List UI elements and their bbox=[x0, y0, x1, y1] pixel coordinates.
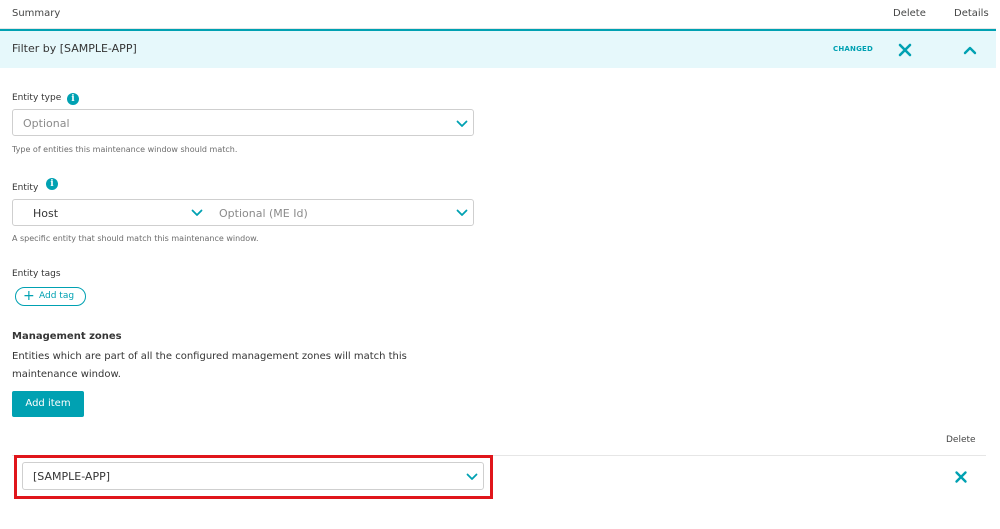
chevron-down-icon bbox=[456, 120, 468, 127]
entity-hint: A specific entity that should match this… bbox=[12, 234, 259, 243]
entity-type-label: Entity type bbox=[12, 93, 62, 103]
zones-delete-column-header: Delete bbox=[946, 435, 976, 445]
entity-info-icon[interactable]: i bbox=[46, 178, 58, 190]
entity-id-dropdown[interactable]: Optional (ME Id) bbox=[213, 200, 473, 225]
page: Summary Delete Details Filter by [SAMPLE… bbox=[0, 0, 1000, 529]
delete-row-icon[interactable] bbox=[896, 41, 914, 59]
management-zone-select[interactable]: [SAMPLE-APP] bbox=[22, 462, 484, 490]
entity-type-info-icon[interactable]: i bbox=[67, 93, 79, 105]
table-header: Summary Delete Details bbox=[0, 0, 996, 29]
filter-row-title: Filter by [SAMPLE-APP] bbox=[12, 42, 137, 55]
details-column-header: Details bbox=[954, 8, 989, 19]
entity-type-dropdown-value: Host bbox=[33, 207, 59, 220]
collapse-chevron-up-icon[interactable] bbox=[961, 42, 979, 58]
filter-row[interactable]: Filter by [SAMPLE-APP] CHANGED bbox=[0, 29, 996, 68]
entity-combo: Host Optional (ME Id) bbox=[12, 199, 474, 226]
chevron-down-icon bbox=[466, 473, 478, 480]
chevron-down-icon bbox=[191, 209, 203, 216]
management-zones-title: Management zones bbox=[12, 331, 122, 342]
delete-column-header: Delete bbox=[893, 8, 926, 19]
add-tag-button[interactable]: + Add tag bbox=[15, 287, 86, 306]
management-zone-value: [SAMPLE-APP] bbox=[33, 470, 111, 483]
chevron-down-icon bbox=[456, 209, 468, 216]
entity-type-dropdown[interactable]: Host bbox=[13, 200, 213, 225]
summary-column-header: Summary bbox=[12, 8, 61, 19]
add-item-button[interactable]: Add item bbox=[12, 391, 84, 417]
entity-label: Entity bbox=[12, 183, 39, 193]
add-tag-label: Add tag bbox=[39, 291, 75, 301]
delete-zone-icon[interactable] bbox=[953, 469, 969, 485]
management-zones-description: Entities which are part of all the confi… bbox=[12, 351, 407, 380]
plus-icon: + bbox=[23, 288, 35, 304]
entity-type-select[interactable]: Optional bbox=[12, 109, 474, 136]
changed-badge: CHANGED bbox=[833, 45, 874, 53]
entity-type-value: Optional bbox=[23, 117, 70, 130]
entity-id-placeholder: Optional (ME Id) bbox=[219, 207, 308, 220]
entity-tags-label: Entity tags bbox=[12, 269, 61, 279]
entity-type-hint: Type of entities this maintenance window… bbox=[12, 145, 238, 154]
